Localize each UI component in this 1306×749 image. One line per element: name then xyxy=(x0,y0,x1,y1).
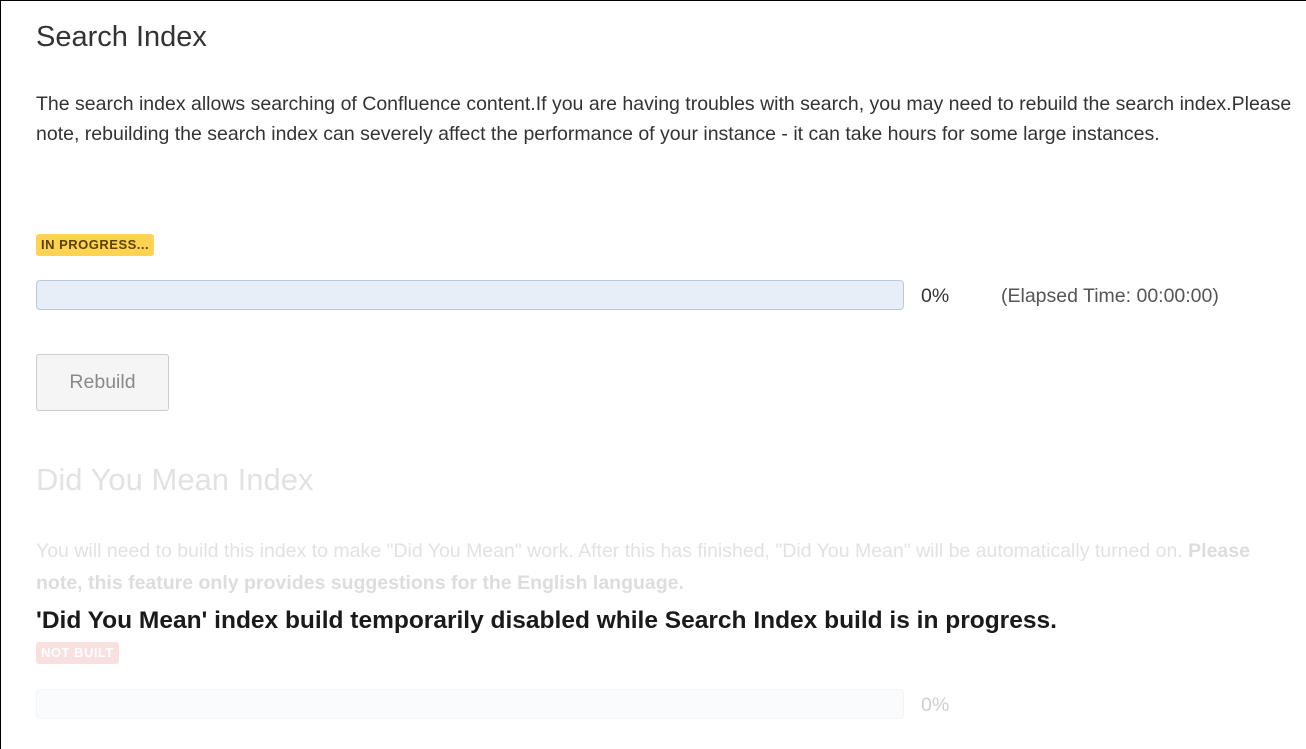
rebuild-button[interactable]: Rebuild xyxy=(36,354,169,411)
status-badge-not-built: NOT BUILT xyxy=(36,642,119,664)
search-index-progress-bar xyxy=(36,280,904,310)
search-index-description: The search index allows searching of Con… xyxy=(36,93,1292,145)
did-you-mean-description: You will need to build this index to mak… xyxy=(36,535,1300,599)
elapsed-time: (Elapsed Time: 00:00:00) xyxy=(1001,285,1219,307)
did-you-mean-title: Did You Mean Index xyxy=(36,462,314,497)
did-you-mean-description-intro: You will need to build this index to mak… xyxy=(36,540,1189,562)
search-index-title: Search Index xyxy=(36,21,207,53)
admin-page-frame: Search Index The search index allows sea… xyxy=(0,0,1306,749)
did-you-mean-percent: 0% xyxy=(921,694,950,716)
did-you-mean-disabled-message: 'Did You Mean' index build temporarily d… xyxy=(36,607,1057,634)
status-badge-in-progress: IN PROGRESS... xyxy=(36,234,155,256)
did-you-mean-progress-bar xyxy=(36,689,904,719)
search-index-percent: 0% xyxy=(921,285,950,307)
